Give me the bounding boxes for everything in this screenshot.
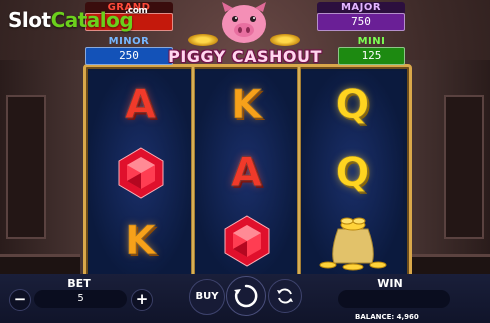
reel-cell: A bbox=[196, 139, 297, 207]
watermark-slot: Slot bbox=[8, 8, 51, 32]
symbol-q: Q bbox=[335, 150, 370, 196]
symbol-a: A bbox=[125, 82, 157, 128]
slotcatalog-watermark: SlotCatalog .com bbox=[8, 6, 148, 32]
ruby-gem-icon bbox=[118, 147, 163, 199]
decrease-bet-button[interactable]: − bbox=[9, 289, 31, 311]
autoplay-icon bbox=[277, 288, 293, 304]
symbol-a: A bbox=[231, 150, 263, 196]
win-label: WIN bbox=[377, 277, 403, 290]
watermark-catalog: Catalog bbox=[50, 8, 134, 32]
balance-readout: BALANCE: 4,960 bbox=[355, 313, 419, 321]
bet-value: 5 bbox=[34, 290, 127, 308]
reel-cell: A bbox=[90, 71, 191, 139]
gold-coin-sack-icon bbox=[319, 217, 386, 271]
reel-grid: A K K A Q Q bbox=[83, 64, 412, 282]
increase-bet-button[interactable]: + bbox=[131, 289, 153, 311]
reel-1: A K bbox=[90, 71, 191, 275]
reel-cell bbox=[90, 139, 191, 207]
reel-cell: K bbox=[196, 71, 297, 139]
bet-label: BET bbox=[67, 277, 91, 290]
mini-jackpot: MINI 125 bbox=[338, 36, 405, 65]
major-jackpot-value: 750 bbox=[317, 13, 405, 31]
left-door bbox=[6, 95, 46, 239]
win-value bbox=[338, 290, 450, 308]
spin-icon bbox=[234, 284, 258, 308]
symbol-q: Q bbox=[335, 82, 370, 128]
reel-2: K A bbox=[196, 71, 297, 275]
reel-divider bbox=[297, 67, 301, 279]
major-jackpot-label: MAJOR bbox=[317, 2, 405, 13]
autoplay-button[interactable] bbox=[268, 279, 302, 313]
reel-cell bbox=[196, 207, 297, 275]
symbol-k: K bbox=[125, 218, 157, 264]
reel-3: Q Q bbox=[302, 71, 403, 275]
reel-cell: Q bbox=[302, 139, 403, 207]
spin-button[interactable] bbox=[226, 276, 266, 316]
piggy-mascot-icon bbox=[222, 2, 266, 43]
reel-cell: Q bbox=[302, 71, 403, 139]
reel-cell: K bbox=[90, 207, 191, 275]
reel-divider bbox=[191, 67, 195, 279]
reel-cell bbox=[302, 207, 403, 275]
right-door bbox=[444, 95, 484, 239]
watermark-com: .com bbox=[125, 6, 148, 16]
major-jackpot: MAJOR 750 bbox=[317, 2, 405, 31]
buy-bonus-button[interactable]: BUY bbox=[189, 279, 225, 315]
symbol-k: K bbox=[231, 82, 263, 128]
game-title: PIGGY CASHOUT bbox=[168, 47, 322, 66]
mini-jackpot-value: 125 bbox=[338, 47, 405, 65]
mini-jackpot-label: MINI bbox=[357, 36, 386, 47]
ruby-gem-icon bbox=[224, 215, 269, 267]
